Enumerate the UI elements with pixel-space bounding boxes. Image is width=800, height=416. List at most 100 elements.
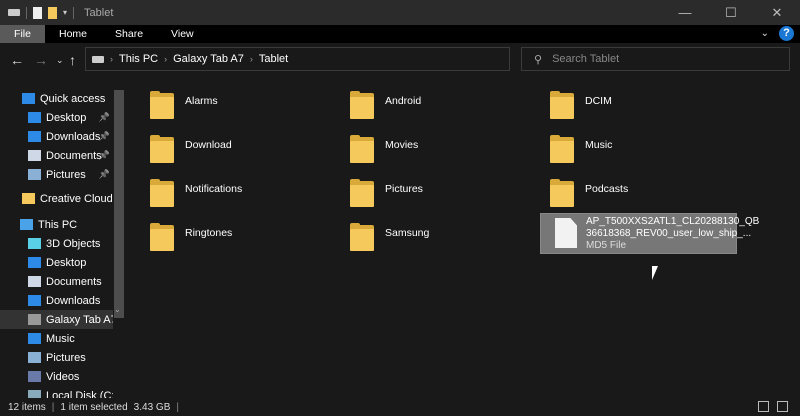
search-placeholder: Search Tablet	[552, 53, 620, 65]
ribbon-tabs: File Home Share View ⌄ ?	[0, 25, 800, 43]
folder-item[interactable]: Samsung	[330, 215, 520, 255]
sidebar-item-label: Pictures	[46, 168, 86, 181]
folder-name: Pictures	[385, 183, 423, 195]
back-button[interactable]: ←	[10, 52, 24, 68]
status-bar: 12 items | 1 item selected 3.43 GB |	[0, 398, 800, 416]
chevron-right-icon: ›	[249, 54, 253, 64]
folder-name: Ringtones	[185, 227, 233, 239]
sidebar-item[interactable]: Downloads	[0, 291, 113, 310]
forward-button[interactable]: →	[34, 52, 48, 68]
sidebar-scrollbar[interactable]	[114, 90, 124, 318]
folder-item[interactable]: Podcasts	[530, 171, 720, 211]
maximize-button[interactable]: ☐	[708, 0, 754, 25]
breadcrumb-tablet[interactable]: Tablet	[259, 53, 288, 65]
minimize-button[interactable]: —	[662, 0, 708, 25]
folder-item[interactable]: Movies	[330, 127, 520, 167]
tab-file[interactable]: File	[0, 25, 45, 43]
sidebar-item-label: Quick access	[40, 92, 106, 105]
sidebar-item[interactable]: Galaxy Tab A7	[0, 310, 113, 329]
folder-name: Android	[385, 95, 422, 107]
file-type: MD5 File	[586, 240, 627, 251]
new-folder-icon[interactable]	[48, 6, 57, 19]
folder-item[interactable]: DCIM	[530, 83, 720, 123]
documents-icon	[28, 150, 41, 161]
folder-name: Movies	[385, 139, 419, 151]
pictures-icon	[28, 352, 41, 363]
folder-item[interactable]: Pictures	[330, 171, 520, 211]
drive-icon	[92, 55, 104, 63]
cube-icon	[28, 238, 41, 249]
star-icon	[22, 93, 35, 104]
divider	[26, 6, 27, 19]
sidebar-item[interactable]: Documents	[0, 272, 113, 291]
sidebar-item-label: Desktop	[46, 256, 87, 269]
folder-item[interactable]: Music	[530, 127, 720, 167]
tab-view[interactable]: View	[157, 25, 208, 43]
up-button[interactable]: ↑	[69, 52, 76, 68]
folder-name: Alarms	[185, 95, 218, 107]
sidebar-item-label: Pictures	[46, 351, 86, 364]
properties-icon[interactable]	[33, 6, 42, 19]
folder-item[interactable]: Notifications	[130, 171, 320, 211]
large-icons-view-icon[interactable]	[777, 401, 788, 412]
sidebar-item[interactable]: Pictures 📌	[0, 165, 113, 184]
selection-size: 3.43 GB	[133, 401, 171, 413]
sidebar-item[interactable]: Desktop	[0, 253, 113, 272]
folder-icon	[150, 223, 174, 251]
breadcrumb-galaxy-tab[interactable]: Galaxy Tab A7	[173, 53, 244, 65]
search-input[interactable]: ⚲ Search Tablet	[521, 47, 790, 71]
sidebar-item[interactable]: 3D Objects	[0, 234, 113, 253]
folder-icon	[350, 91, 374, 119]
sidebar-item[interactable]: Videos	[0, 367, 113, 386]
file-list: AP_T500XXS2ATL1_CL20288130_QB 36618368_RE…	[130, 77, 800, 398]
folder-icon	[350, 223, 374, 251]
sidebar-item-label: Downloads	[46, 130, 101, 143]
help-icon[interactable]: ?	[779, 26, 794, 41]
tab-share[interactable]: Share	[101, 25, 157, 43]
address-bar[interactable]: › This PC › Galaxy Tab A7 › Tablet	[85, 47, 510, 71]
sidebar-item[interactable]: This PC	[0, 215, 113, 234]
documents-icon	[28, 276, 41, 287]
sidebar-item[interactable]: Creative Cloud Files	[0, 189, 113, 208]
sidebar-item-label: Documents	[46, 149, 102, 162]
sidebar-item[interactable]: Quick access	[0, 89, 113, 108]
sidebar-item[interactable]: Documents 📌	[0, 146, 113, 165]
sidebar-item[interactable]: Desktop 📌	[0, 108, 113, 127]
music-icon	[28, 333, 41, 344]
sidebar-item-label: 3D Objects	[46, 237, 101, 250]
sidebar-item[interactable]: Music	[0, 329, 113, 348]
breadcrumb-this-pc[interactable]: This PC	[119, 53, 158, 65]
folder-name: Music	[585, 139, 613, 151]
desktop-icon	[28, 112, 41, 123]
navigation-bar: ← → ⌄ ↑ › This PC › Galaxy Tab A7 › Tabl…	[0, 43, 800, 77]
phone-icon	[28, 314, 41, 325]
folder-item[interactable]: Download	[130, 127, 320, 167]
folder-name: Samsung	[385, 227, 430, 239]
folder-name: DCIM	[585, 95, 612, 107]
folder-item[interactable]: Android	[330, 83, 520, 123]
window-title: Tablet	[84, 6, 114, 19]
customize-quick-access-icon[interactable]: ▾	[63, 8, 67, 17]
details-view-icon[interactable]	[758, 401, 769, 412]
expand-ribbon-icon[interactable]: ⌄	[761, 28, 769, 39]
sidebar-item[interactable]: Pictures	[0, 348, 113, 367]
sidebar-item-label: This PC	[38, 218, 78, 231]
pin-icon: 📌	[98, 112, 110, 122]
sidebar-item-label: Documents	[46, 275, 102, 288]
folder-icon	[550, 91, 574, 119]
folder-icon	[350, 135, 374, 163]
creative-cloud-icon	[22, 193, 35, 204]
search-icon: ⚲	[534, 53, 543, 66]
folder-item[interactable]: Ringtones	[130, 215, 320, 255]
tab-home[interactable]: Home	[45, 25, 101, 43]
drive-icon	[8, 9, 20, 16]
download-icon	[28, 131, 41, 142]
sidebar-item[interactable]: Downloads 📌	[0, 127, 113, 146]
recent-locations-chevron-icon[interactable]: ⌄	[56, 55, 64, 66]
download-icon	[28, 295, 41, 306]
file-item-md5[interactable]: AP_T500XXS2ATL1_CL20288130_QB 36618368_RE…	[540, 213, 759, 254]
folder-item[interactable]: Alarms	[130, 83, 320, 123]
close-button[interactable]: ✕	[754, 0, 800, 25]
folder-icon	[550, 135, 574, 163]
scroll-down-icon[interactable]: ⌄	[114, 305, 121, 314]
